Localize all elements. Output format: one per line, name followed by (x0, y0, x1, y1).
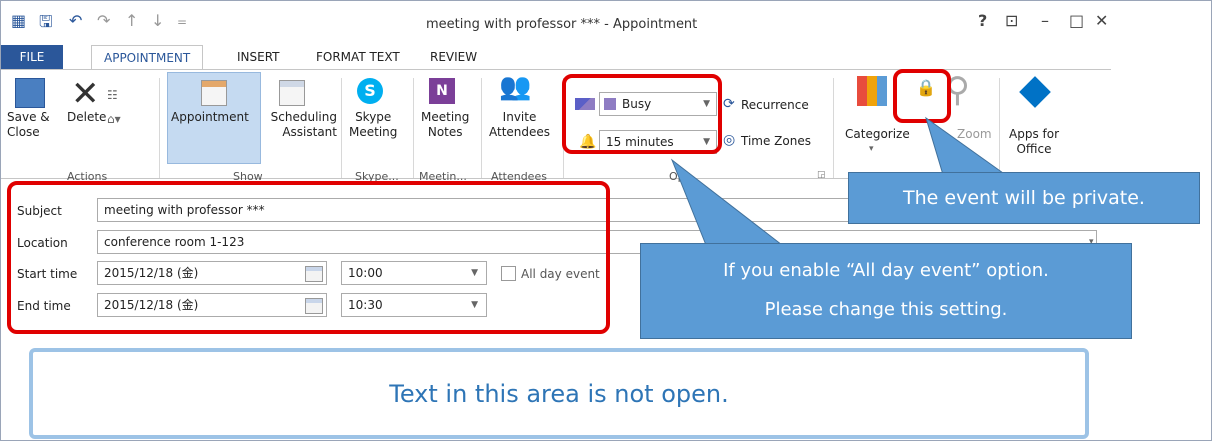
private-callout: The event will be private. (848, 172, 1200, 224)
all-day-callout-pointer (670, 158, 784, 246)
private-callout-pointer (925, 116, 1012, 179)
private-callout-text: The event will be private. (903, 187, 1145, 209)
all-day-callout-line1: If you enable “All day event” option. (723, 260, 1049, 281)
all-day-callout: If you enable “All day event” option. Pl… (640, 243, 1132, 339)
all-day-callout-line2: Please change this setting. (764, 299, 1008, 320)
